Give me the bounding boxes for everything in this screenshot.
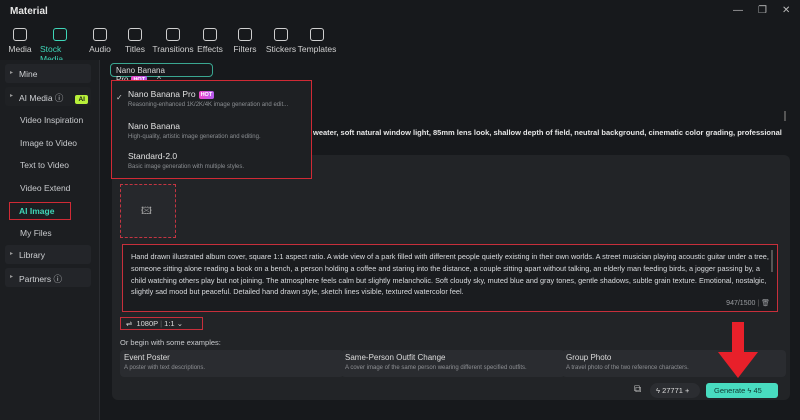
counter-text: 947/1500 [726, 300, 756, 307]
sidebar-item-image-to-video[interactable]: Image to Video [20, 138, 77, 148]
option-desc: Basic image generation with multiple sty… [128, 164, 245, 170]
trash-icon[interactable]: 🗑 [761, 300, 770, 307]
tab-label: Templates [297, 44, 337, 54]
tab-filters[interactable]: Filters [225, 28, 265, 54]
label: Partners [19, 274, 52, 284]
window-title: Material [10, 6, 48, 17]
music-icon [93, 28, 107, 41]
plus-icon[interactable]: + [685, 386, 689, 395]
generation-settings[interactable]: ⇌ 1080P | 1:1 ⌄ [120, 317, 203, 330]
generate-cost: 45 [753, 386, 762, 395]
sidebar-item-text-to-video[interactable]: Text to Video [20, 160, 69, 170]
tab-media[interactable]: Media [0, 28, 40, 54]
minimize-button[interactable]: — [733, 5, 743, 16]
model-menu: ✓ Nano Banana Pro HOT Reasoning-enhanced 1… [111, 80, 312, 179]
sparkle-icon [203, 28, 217, 41]
example-title: Same-Person Outfit Change [345, 353, 446, 362]
scrollbar[interactable] [784, 111, 786, 121]
text-icon [128, 28, 142, 41]
sticker-icon [274, 28, 288, 41]
filter-icon [238, 28, 252, 41]
tab-label: Transitions [152, 44, 194, 54]
resolution: 1080P [136, 319, 159, 328]
model-option-standard[interactable]: Standard-2.0 Basic image generation with … [128, 151, 244, 170]
examples-label: Or begin with some examples: [120, 338, 221, 347]
tab-templates[interactable]: Templates [297, 28, 337, 54]
option-name: Standard-2.0 [128, 151, 178, 161]
model-option-nano-banana[interactable]: Nano Banana High-quality, artistic image … [128, 121, 261, 140]
ai-image-settings-icon[interactable]: ⧉ [634, 384, 641, 395]
sidebar: Mine AI Media ⓘ AI Video Inspiration Imag… [0, 60, 100, 420]
example-event-poster[interactable]: Event Poster A poster with text descripti… [120, 350, 344, 377]
help-icon: ⓘ [54, 93, 64, 103]
label: AI Media [19, 93, 53, 103]
option-name: Nano Banana [128, 121, 180, 131]
tab-label: Media [8, 44, 32, 54]
credits-balance[interactable]: ϟ 27771 + [650, 383, 700, 398]
sidebar-group-partners[interactable]: Partners ⓘ [5, 268, 91, 287]
tab-effects[interactable]: Effects [190, 28, 230, 54]
sidebar-item-my-files[interactable]: My Files [20, 228, 52, 238]
close-button[interactable]: ✕ [782, 5, 790, 16]
chevron-down-icon: ⌄ [176, 319, 183, 328]
help-icon: ⓘ [53, 274, 63, 284]
label: Mine [19, 69, 38, 79]
example-desc: A cover image of the same person wearing… [345, 365, 527, 371]
template-icon [310, 28, 324, 41]
media-icon [13, 28, 27, 41]
previous-prompt: weater, soft natural window light, 85mm … [313, 128, 782, 137]
option-desc: Reasoning-enhanced 1K/2K/4K image genera… [128, 102, 289, 108]
prompt-textarea[interactable]: Hand drawn illustrated album cover, squa… [122, 244, 778, 312]
sidebar-group-ai-media[interactable]: AI Media ⓘ AI [5, 87, 91, 106]
tab-label: Stickers [265, 44, 297, 54]
credits-value: 27771 [662, 386, 683, 395]
bolt-icon: ϟ [656, 386, 660, 395]
example-outfit-change[interactable]: Same-Person Outfit Change A cover image o… [341, 350, 565, 377]
image-add-icon: 🖾 [141, 206, 152, 217]
red-arrow-annotation [718, 322, 758, 378]
generate-label: Generate [714, 386, 746, 395]
model-dropdown[interactable]: Nano Banana Pro HOT ^ [110, 63, 213, 84]
option-desc: High-quality, artistic image generation … [128, 134, 261, 140]
label: Library [19, 250, 45, 260]
check-icon: ✓ [116, 93, 123, 102]
tab-label: Effects [197, 44, 223, 54]
tab-label: Filters [233, 44, 257, 54]
bolt-icon: ϟ [747, 386, 752, 395]
char-counter: 947/1500 | 🗑 [726, 300, 770, 307]
tab-transitions[interactable]: Transitions [152, 28, 194, 54]
sidebar-item-ai-image[interactable]: AI Image [9, 202, 71, 220]
example-title: Event Poster [124, 353, 170, 362]
tab-titles[interactable]: Titles [115, 28, 155, 54]
sliders-icon: ⇌ [126, 319, 133, 328]
restore-button[interactable]: ❐ [758, 5, 767, 16]
option-name: Nano Banana Pro [128, 89, 196, 99]
tab-audio[interactable]: Audio [80, 28, 120, 54]
tab-stickers[interactable]: Stickers [261, 28, 301, 54]
transition-icon [166, 28, 180, 41]
tab-label: Audio [89, 44, 111, 54]
hot-badge: HOT [198, 91, 215, 99]
tab-stock-media[interactable]: Stock Media [40, 28, 80, 64]
aspect-ratio: 1:1 [164, 319, 175, 328]
prompt-scrollbar[interactable] [771, 250, 773, 272]
store-icon [53, 28, 67, 41]
generate-button[interactable]: Generate ϟ 45 [706, 383, 778, 398]
sidebar-group-mine[interactable]: Mine [5, 64, 91, 83]
image-upload[interactable]: 🖾 [120, 184, 176, 238]
model-option-nano-banana-pro[interactable]: Nano Banana Pro HOT Reasoning-enhanced 1K/… [128, 89, 288, 108]
tab-label: Titles [125, 44, 145, 54]
ai-badge: AI [75, 95, 88, 104]
sidebar-item-video-inspiration[interactable]: Video Inspiration [20, 115, 83, 125]
sidebar-group-library[interactable]: Library [5, 245, 91, 264]
sidebar-item-video-extend[interactable]: Video Extend [20, 183, 70, 193]
example-desc: A poster with text descriptions. [124, 365, 206, 371]
